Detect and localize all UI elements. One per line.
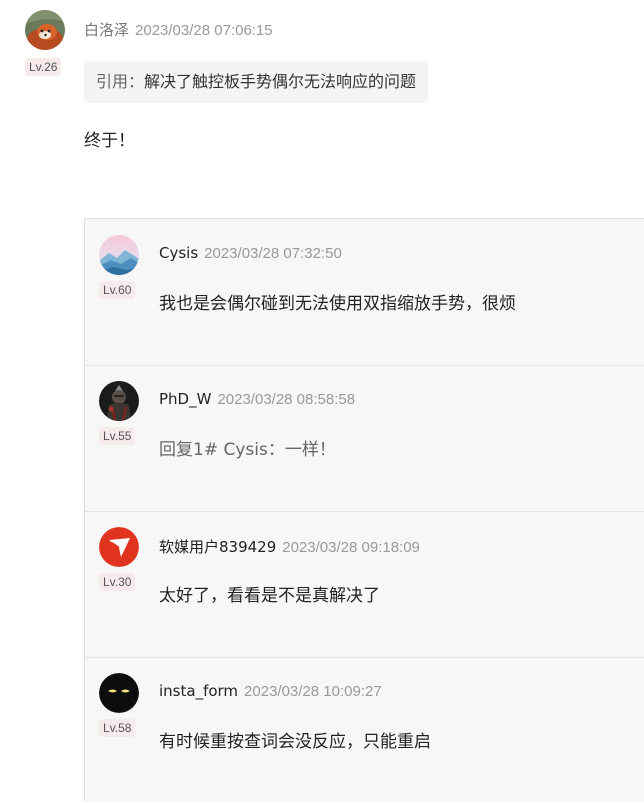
red-arrow-logo-avatar-icon [99,527,139,567]
reply-item: Lv.58 insta_form 2023/03/28 10:09:27 有时候重… [85,657,644,803]
timestamp: 2023/03/28 08:58:58 [217,391,356,408]
reply-body: 回复1# Cysis：一样！ [159,435,336,460]
user-avatar[interactable] [99,235,139,275]
reply-header: Cysis 2023/03/28 07:32:50 [159,244,342,262]
quote-prefix: 引用： [96,72,145,91]
username[interactable]: PhD_W [159,390,211,408]
reply-body: 我也是会偶尔碰到无法使用双指缩放手势，很烦 [159,294,516,314]
quote-block[interactable]: 引用：解决了触控板手势偶尔无法响应的问题 [84,61,429,103]
reply-body: 有时候重按查词会没反应，只能重启 [159,732,431,752]
reply-item: Lv.30 软媒用户839429 2023/03/28 09:18:09 太好了，… [85,511,644,658]
reply-list: Lv.60 Cysis 2023/03/28 07:32:50 我也是会偶尔碰到无… [84,218,644,801]
reply-item: Lv.60 Cysis 2023/03/28 07:32:50 我也是会偶尔碰到无… [85,219,644,366]
username[interactable]: 软媒用户839429 [159,538,276,556]
username[interactable]: Cysis [159,244,198,262]
red-panda-avatar-icon [25,10,65,50]
username[interactable]: 白洛泽 [84,21,129,39]
user-level-badge: Lv.58 [99,719,136,737]
mountain-landscape-avatar-icon [99,235,139,275]
username[interactable]: insta_form [159,682,238,700]
reply-header: 软媒用户839429 2023/03/28 09:18:09 [159,536,420,557]
reply-body: 太好了，看看是不是真解决了 [159,586,380,606]
timestamp: 2023/03/28 10:09:27 [244,683,382,700]
user-avatar[interactable] [25,10,65,50]
user-level-badge: Lv.60 [99,281,136,299]
timestamp: 2023/03/28 09:18:09 [282,539,420,556]
armored-warrior-avatar-icon [99,381,139,421]
user-avatar[interactable] [99,381,139,421]
user-avatar[interactable] [99,673,139,713]
user-level-badge: Lv.55 [99,427,136,445]
reply-body-text: 回复1# Cysis：一样！ [159,440,336,460]
reply-header: PhD_W 2023/03/28 08:58:58 [159,390,355,408]
main-comment: Lv.26 白洛泽 2023/03/28 07:06:15 引用：解决了触控板手势… [0,0,644,218]
timestamp: 2023/03/28 07:06:15 [135,22,273,39]
comment-header: 白洛泽 2023/03/28 07:06:15 [84,19,273,40]
comment-body: 终于！ [84,131,135,151]
reply-item: Lv.55 PhD_W 2023/03/28 08:58:58 回复1# Cysi… [85,365,644,512]
quote-text: 解决了触控板手势偶尔无法响应的问题 [144,72,417,91]
timestamp: 2023/03/28 07:32:50 [204,245,342,262]
user-level-badge: Lv.26 [25,58,62,76]
user-level-badge: Lv.30 [99,573,136,591]
reply-header: insta_form 2023/03/28 10:09:27 [159,682,382,700]
user-avatar[interactable] [99,527,139,567]
glowing-eyes-avatar-icon [99,673,139,713]
